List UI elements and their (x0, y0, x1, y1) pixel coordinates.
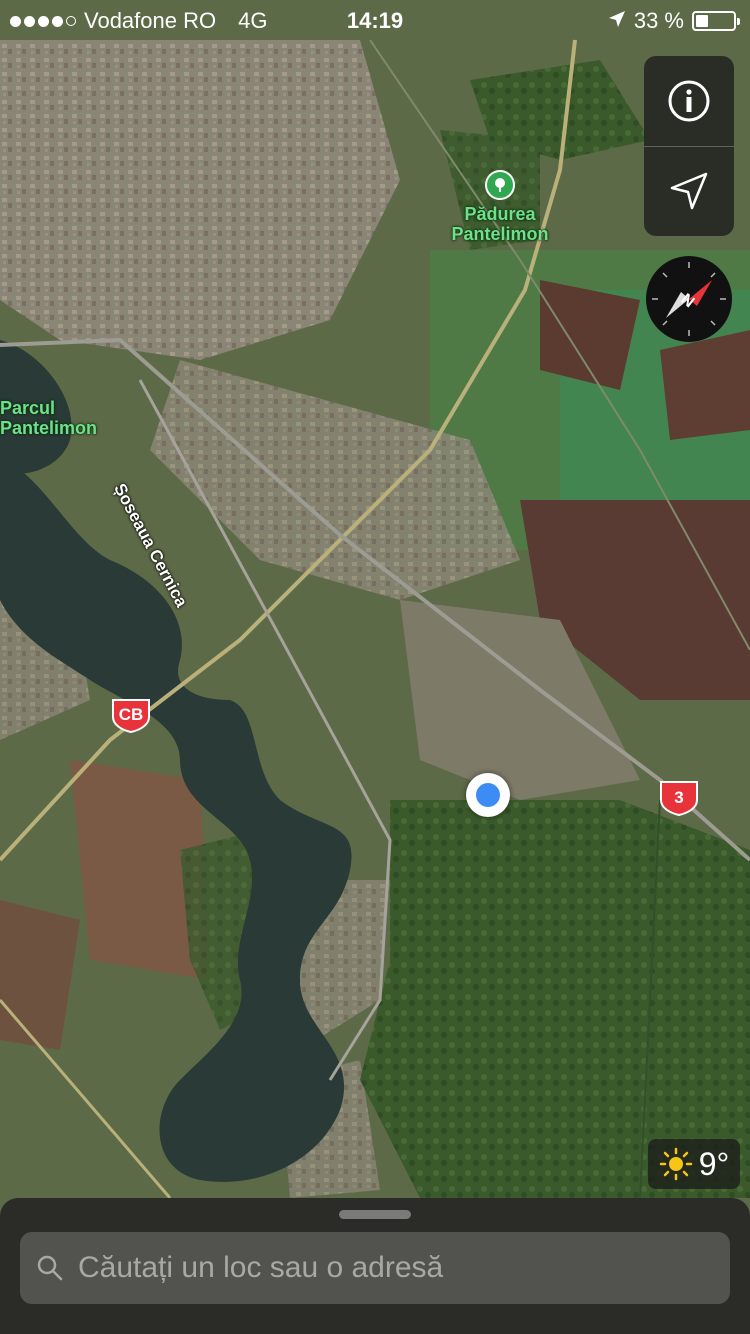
shield-label: 3 (674, 788, 684, 807)
poi-label-line1: Parcul (0, 398, 56, 418)
compass-button[interactable]: N (646, 256, 732, 342)
compass-icon: N (652, 262, 726, 336)
search-bar[interactable] (20, 1232, 730, 1304)
info-button[interactable] (644, 56, 734, 147)
poi-parcul-pantelimon[interactable]: Parcul Pantelimon (0, 398, 97, 438)
location-arrow-icon (670, 172, 708, 210)
poi-label-line2: Pantelimon (451, 224, 549, 244)
search-icon (37, 1255, 63, 1281)
sheet-grabber[interactable] (339, 1210, 411, 1219)
sun-icon (659, 1147, 692, 1181)
road-shield-cb: CB (110, 697, 152, 733)
current-location-dot[interactable] (466, 773, 510, 817)
poi-padurea-pantelimon[interactable]: Pădurea Pantelimon (430, 170, 570, 244)
shield-label: CB (118, 705, 144, 724)
search-sheet (0, 1198, 750, 1334)
poi-label-line1: Pădurea (464, 204, 536, 224)
battery-icon (692, 11, 740, 31)
map-controls (644, 56, 734, 236)
search-input[interactable] (76, 1250, 700, 1286)
weather-widget[interactable]: 9° (648, 1139, 740, 1189)
temperature: 9° (698, 1145, 730, 1182)
satellite-map[interactable] (0, 0, 750, 1334)
battery-percent: 33 % (633, 8, 684, 33)
info-icon (668, 80, 710, 122)
poi-label-line2: Pantelimon (0, 418, 98, 438)
tree-icon (485, 170, 515, 200)
road-shield-3: 3 (658, 779, 700, 817)
track-location-button[interactable] (644, 146, 734, 236)
status-bar: Vodafone RO 4G 14:19 33 % (0, 0, 750, 40)
location-services-icon (608, 8, 626, 34)
